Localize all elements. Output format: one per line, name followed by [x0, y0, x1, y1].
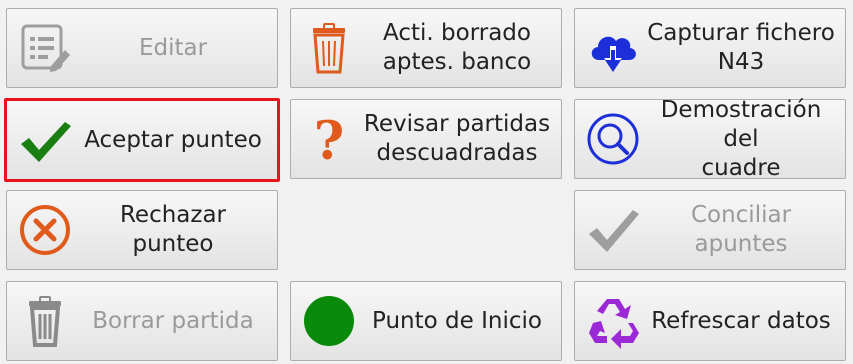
question-red-icon: ?	[297, 107, 361, 171]
activar-borrado-label: Acti. borrado aptes. banco	[382, 20, 532, 75]
editar-label: Editar	[138, 34, 208, 61]
activar-borrado-button[interactable]: Acti. borrado aptes. banco	[290, 8, 562, 88]
green-circle-icon	[297, 289, 361, 353]
check-gray-icon	[581, 198, 645, 262]
refrescar-datos-button[interactable]: Refrescar datos	[574, 281, 846, 361]
conciliar-apuntes-button[interactable]: Conciliar apuntes	[574, 190, 846, 270]
rechazar-punteo-button[interactable]: Rechazar punteo	[6, 190, 278, 270]
borrar-partida-label: Borrar partida	[92, 307, 254, 334]
aceptar-punteo-button[interactable]: Aceptar punteo	[4, 98, 280, 182]
rechazar-punteo-label: Rechazar punteo	[119, 202, 227, 257]
punto-inicio-button[interactable]: Punto de Inicio	[290, 281, 562, 361]
demostracion-cuadre-button[interactable]: Demostración del cuadre	[574, 97, 846, 181]
aceptar-punteo-label: Aceptar punteo	[84, 126, 262, 153]
refrescar-datos-label: Refrescar datos	[651, 307, 831, 334]
demostracion-cuadre-label: Demostración del cuadre	[660, 96, 822, 181]
borrar-partida-button[interactable]: Borrar partida	[6, 281, 278, 361]
trash-orange-icon	[297, 16, 361, 80]
cloud-download-icon	[581, 16, 645, 80]
capturar-fichero-label: Capturar fichero N43	[647, 20, 835, 75]
svg-text:?: ?	[314, 111, 344, 167]
editar-button[interactable]: Editar	[6, 8, 278, 88]
x-circle-icon	[13, 198, 77, 262]
check-green-icon	[13, 108, 77, 172]
recycle-icon	[581, 289, 645, 353]
punto-inicio-label: Punto de Inicio	[372, 307, 542, 334]
edit-icon	[13, 16, 77, 80]
trash-gray-icon	[13, 289, 77, 353]
revisar-partidas-label: Revisar partidas descuadradas	[363, 111, 551, 166]
magnifier-icon	[581, 107, 645, 171]
conciliar-apuntes-label: Conciliar apuntes	[690, 202, 792, 257]
revisar-partidas-button[interactable]: ? Revisar partidas descuadradas	[290, 99, 562, 179]
capturar-fichero-button[interactable]: Capturar fichero N43	[574, 8, 846, 88]
